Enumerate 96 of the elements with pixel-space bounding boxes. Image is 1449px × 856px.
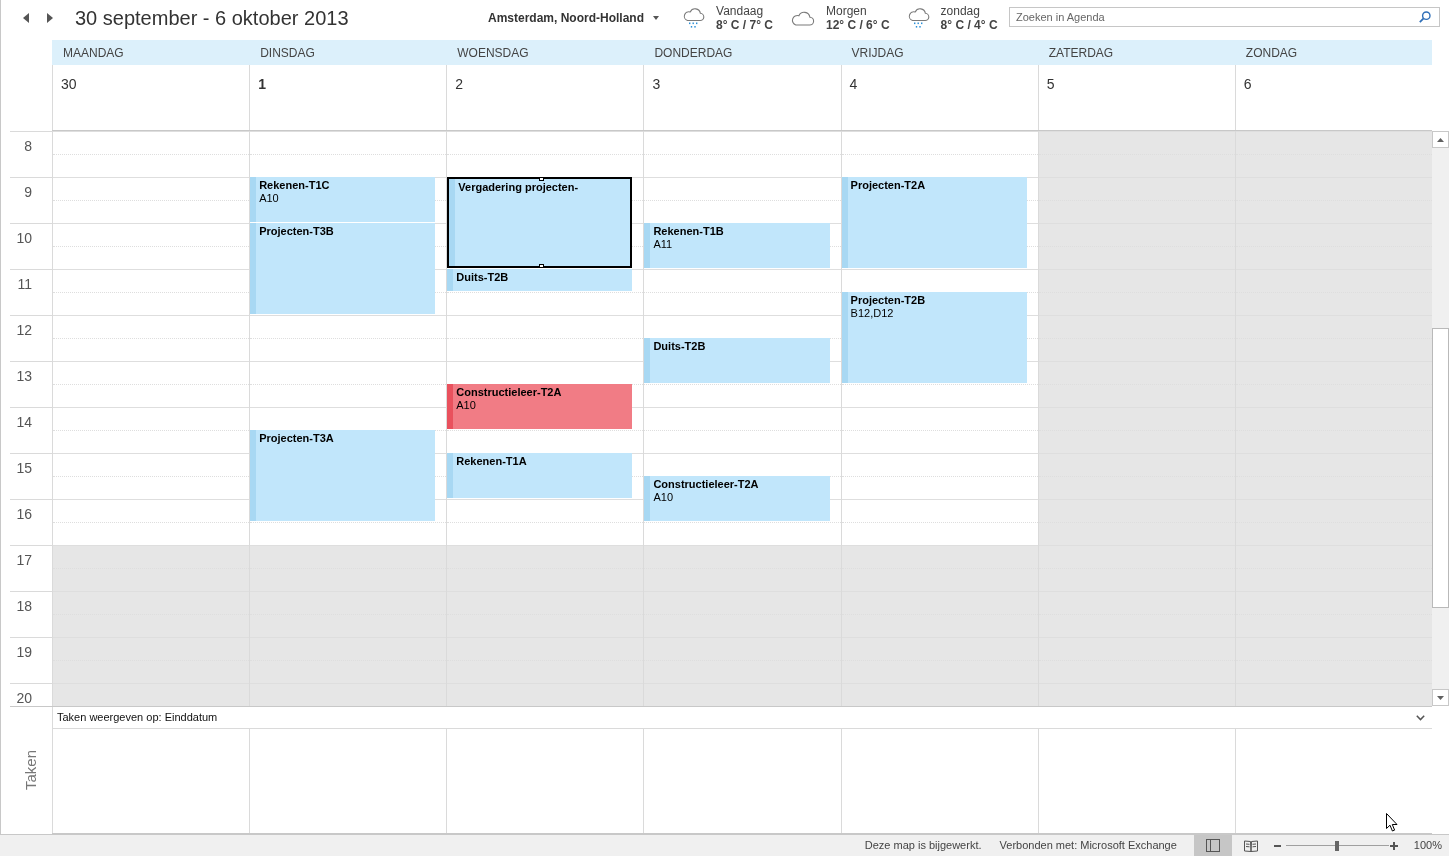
scrollbar-thumb[interactable] — [1432, 328, 1449, 608]
day-date: 3 — [652, 76, 661, 92]
caret-down-icon — [653, 16, 659, 20]
appointment-title: Projecten-T2B — [850, 294, 926, 307]
hour-label: 9 — [24, 184, 32, 200]
triangle-left-icon — [23, 13, 29, 23]
status-message: Deze map is bijgewerkt. — [864, 838, 982, 854]
appointment[interactable]: Projecten-T3A — [250, 430, 436, 521]
layout-icon — [1205, 839, 1220, 852]
hour-label: 14 — [16, 414, 32, 430]
appointment-location: B12,D12 — [850, 307, 894, 320]
previous-week-button[interactable] — [21, 11, 31, 25]
appointment[interactable]: Projecten-T2B B12,D12 — [841, 292, 1027, 383]
day-date: 4 — [849, 76, 858, 92]
cloud-icon — [789, 10, 815, 26]
appointment-title: Duits-T2B — [653, 340, 706, 353]
triangle-down-icon — [1437, 695, 1444, 700]
hour-label: 12 — [16, 322, 32, 338]
zoom-in-button[interactable] — [1389, 841, 1399, 850]
status-message: Verbonden met: Microsoft Exchange — [999, 838, 1177, 854]
appointment[interactable]: Vergadering projecten- — [447, 177, 633, 268]
appointment-title: Rekenen-T1B — [653, 225, 724, 238]
hour-label: 18 — [16, 598, 32, 614]
hour-label: 16 — [16, 506, 32, 522]
day-name: DINSDAG — [260, 45, 315, 60]
slider-thumb[interactable] — [1335, 840, 1340, 851]
weather-day: Vandaag — [716, 4, 773, 18]
resize-handle[interactable] — [539, 177, 545, 181]
day-name: ZONDAG — [1245, 45, 1298, 60]
hour-label: 20 — [16, 690, 32, 706]
appointment[interactable]: Projecten-T2A — [841, 177, 1027, 268]
resize-handle[interactable] — [539, 264, 545, 268]
hour-label: 15 — [16, 460, 32, 476]
appointment[interactable]: Duits-T2B — [644, 338, 830, 383]
weather-temperature: 8° C / 7° C — [716, 17, 773, 32]
search-field[interactable]: Zoeken in Agenda — [1009, 7, 1440, 27]
appointment[interactable]: Projecten-T3B — [250, 223, 436, 314]
weather-temperature: 12° C / 6° C — [825, 17, 890, 32]
appointment-title: Rekenen-T1C — [259, 179, 330, 192]
hour-label: 10 — [16, 230, 32, 246]
hour-label: 17 — [16, 552, 32, 568]
day-name: MAANDAG — [63, 45, 124, 60]
appointment-title: Duits-T2B — [456, 271, 509, 284]
hour-label: 11 — [17, 276, 32, 292]
search-icon[interactable] — [1419, 11, 1431, 23]
next-week-button[interactable] — [45, 11, 55, 25]
zoom-percentage: 100% — [1413, 838, 1442, 854]
date-range-title: 30 september - 6 oktober 2013 — [75, 6, 349, 30]
day-date: 6 — [1243, 76, 1252, 92]
day-name: ZATERDAG — [1048, 45, 1114, 60]
appointment-title: Constructieleer-T2A — [456, 386, 562, 399]
appointment[interactable]: Constructieleer-T2A A10 — [447, 384, 633, 429]
appointment-location: A10 — [653, 491, 673, 504]
rain-cloud-icon — [682, 7, 705, 29]
appointment-location: A11 — [653, 238, 673, 251]
hour-label: 8 — [24, 138, 32, 154]
appointment[interactable]: Rekenen-T1A — [447, 453, 633, 498]
weather-day: Morgen — [825, 4, 890, 18]
chevron-down-icon[interactable] — [1416, 714, 1425, 721]
appointment[interactable]: Rekenen-T1B A11 — [644, 223, 830, 268]
day-name: WOENSDAG — [457, 45, 529, 60]
hour-label: 13 — [16, 368, 32, 384]
triangle-up-icon — [1437, 137, 1444, 142]
day-name: VRIJDAG — [851, 45, 904, 60]
mouse-pointer-icon — [1386, 813, 1398, 832]
weather-day: zondag — [940, 4, 998, 18]
rain-cloud-icon — [906, 7, 930, 29]
normal-view-button[interactable] — [1193, 835, 1232, 856]
appointment-title: Constructieleer-T2A — [653, 478, 759, 491]
appointment-title: Vergadering projecten- — [458, 181, 579, 194]
triangle-right-icon — [47, 13, 53, 23]
day-date: 30 — [61, 76, 77, 92]
task-view-label: Taken weergeven op: Einddatum — [57, 711, 218, 724]
weather-temperature: 8° C / 4° C — [940, 17, 998, 32]
appointment-title: Rekenen-T1A — [456, 455, 527, 468]
appointment[interactable]: Rekenen-T1C A10 — [250, 177, 436, 222]
minus-icon — [1273, 844, 1281, 847]
zoom-slider[interactable] — [1285, 840, 1389, 851]
appointment-title: Projecten-T2A — [850, 179, 926, 192]
appointment-location: A10 — [456, 399, 476, 412]
appointment-title: Projecten-T3B — [259, 225, 334, 238]
scroll-down-button[interactable] — [1432, 689, 1449, 706]
day-date: 1 — [258, 76, 266, 92]
appointment-title: Projecten-T3A — [259, 432, 334, 445]
plus-icon — [1390, 841, 1399, 850]
appointment[interactable]: Duits-T2B — [447, 269, 633, 291]
appointment[interactable]: Constructieleer-T2A A10 — [644, 476, 830, 521]
day-name: DONDERDAG — [654, 45, 733, 60]
day-date: 5 — [1046, 76, 1055, 92]
appointment-location: A10 — [259, 192, 279, 205]
scroll-up-button[interactable] — [1432, 131, 1449, 148]
book-icon — [1243, 839, 1258, 852]
location-dropdown[interactable]: Amsterdam, Noord-Holland — [488, 9, 659, 27]
hour-label: 19 — [16, 644, 32, 660]
tasks-label: Taken — [23, 750, 39, 791]
day-date: 2 — [455, 76, 464, 92]
